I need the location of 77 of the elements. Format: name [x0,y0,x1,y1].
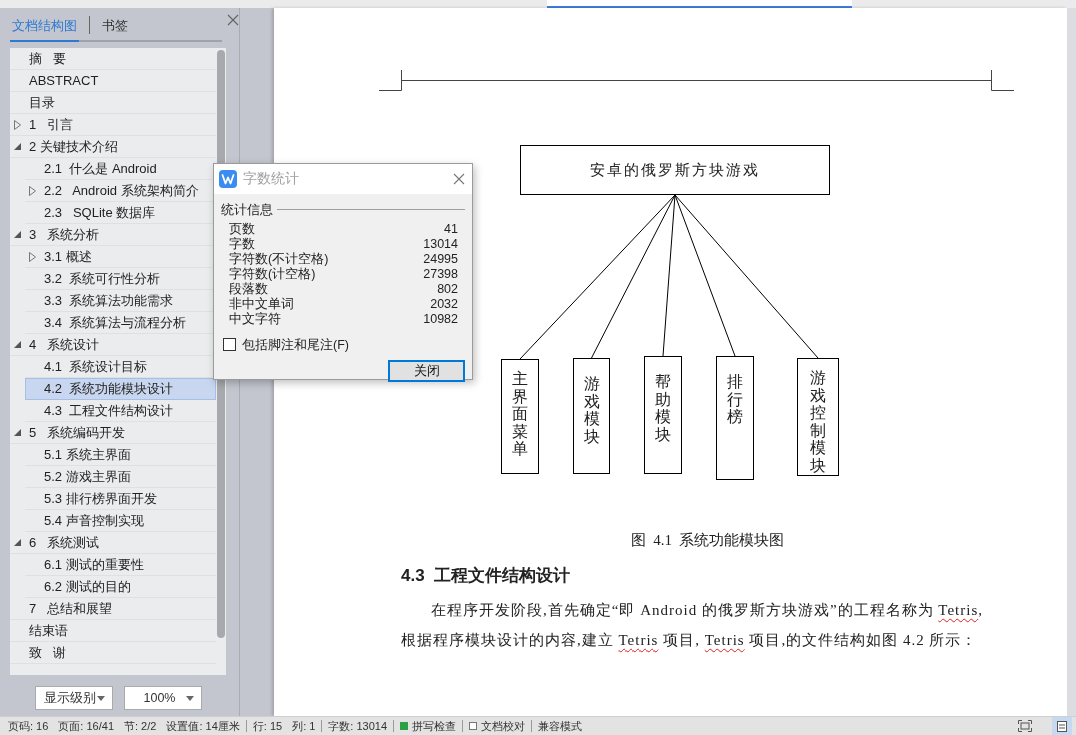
status-text: 列: 1 [292,718,316,734]
zoom-dropdown[interactable]: 100% [124,686,202,710]
stat-value: 2032 [430,296,458,312]
level-dropdown[interactable]: 显示级别 [35,686,113,710]
stat-value: 802 [437,281,458,297]
group-label: 统计信息 [221,201,273,219]
caret-down-icon[interactable] [14,341,21,348]
caret-right-icon[interactable] [29,251,36,262]
module-label: 游戏控制模块 [810,369,826,475]
status-text: 页码: 16 [8,718,49,734]
outline-item[interactable]: 致 谢 [10,642,216,664]
check-indicator-icon[interactable] [400,722,409,730]
module-label: 游戏模块 [583,375,600,447]
body-paragraph: 在程序开发阶段,首先确定“即 Android 的俄罗斯方块游戏”的工程名称为 Tetris,根据程序模块设计的内容,建立 Tetris 项目, Tetris 项目,的文件结构如图 4.2 所示： [401,601,984,650]
caret-down-icon[interactable] [14,231,21,238]
figure-caption: 图 4.1 系统功能模块图 [630,531,785,550]
checkbox-label[interactable]: 包括脚注和尾注(F) [242,335,349,355]
status-toggle[interactable]: 拼写检查 [412,717,457,735]
outline-item[interactable]: 5.4 声音控制实现 [25,510,216,532]
stat-label: 页数 [229,221,255,237]
outline-item[interactable]: 5.3 排行榜界面开发 [25,488,216,510]
stat-label: 字符数(不计空格) [229,251,329,267]
outline-item[interactable]: 5.2 游戏主界面 [25,466,216,488]
outline-item[interactable]: 7 总结和展望 [10,598,216,620]
stat-label: 字符数(计空格) [229,266,316,282]
stat-value: 10982 [423,311,458,327]
close-icon[interactable] [453,173,465,185]
caret-down-icon[interactable] [14,429,21,436]
outline-item[interactable]: 6.1 测试的重要性 [25,554,216,576]
caret-down-icon[interactable] [14,539,21,546]
module-label: 排行榜 [727,373,743,428]
outline-item[interactable]: 5 系统编码开发 [10,422,216,444]
status-toggle[interactable]: 文档校对 [481,717,526,735]
outline-item[interactable]: 1 引言 [10,114,216,136]
close-icon[interactable] [227,14,239,26]
status-text: 页面: 16/41 [58,718,114,734]
dialog-title: 字数统计 [243,169,299,188]
outline-item[interactable]: 4.3 工程文件结构设计 [25,400,216,422]
root-label: 安卓的俄罗斯方块游戏 [590,160,760,180]
stat-label: 字数 [229,236,255,252]
stat-label: 段落数 [229,281,268,297]
stat-label: 中文字符 [229,311,281,327]
caret-icon[interactable] [97,695,105,701]
checkbox[interactable] [223,338,236,352]
section-heading: 4.3 工程文件结构设计 [401,565,571,587]
stat-value: 13014 [423,236,458,252]
outline-item[interactable]: 5.1 系统主界面 [25,444,216,466]
module-label: 主界面菜单 [512,370,528,460]
frame-icon[interactable] [1018,720,1032,732]
outline-item[interactable]: 6.2 测试的目的 [25,576,216,598]
caret-right-icon[interactable] [29,185,36,196]
check-indicator-icon[interactable] [469,722,478,730]
caret-down-icon[interactable] [14,143,21,150]
status-text: 设置值: 14厘米 [166,718,240,734]
panel-tab[interactable]: 书签 [100,15,130,42]
outline-item[interactable]: 目录 [10,92,216,114]
page-view-icon[interactable] [1052,716,1072,735]
stat-value: 41 [444,221,458,237]
app-logo-icon [219,170,237,188]
outline-item[interactable]: 4.2 系统功能模块设计 [25,378,216,400]
status-text: 节: 2/2 [124,718,157,734]
caret-icon[interactable] [186,695,194,701]
status-text: 行: 15 [252,718,283,734]
stat-value: 27398 [423,266,458,282]
outline-item[interactable]: 结束语 [10,620,216,642]
document-tab[interactable] [547,0,852,8]
status-text: 字数: 13014 [328,718,388,734]
stat-label: 非中文单词 [229,296,294,312]
module-label: 帮助模块 [655,373,671,445]
outline-item[interactable]: ABSTRACT [10,70,216,92]
outline-item[interactable]: 2 关键技术介绍 [10,136,216,158]
close-dialog-button[interactable]: 关闭 [388,360,465,383]
caret-right-icon[interactable] [14,119,21,130]
stat-value: 24995 [423,251,458,267]
outline-item[interactable]: 6 系统测试 [10,532,216,554]
status-text: 兼容模式 [538,718,583,734]
outline-item[interactable]: 摘 要 [10,48,216,70]
